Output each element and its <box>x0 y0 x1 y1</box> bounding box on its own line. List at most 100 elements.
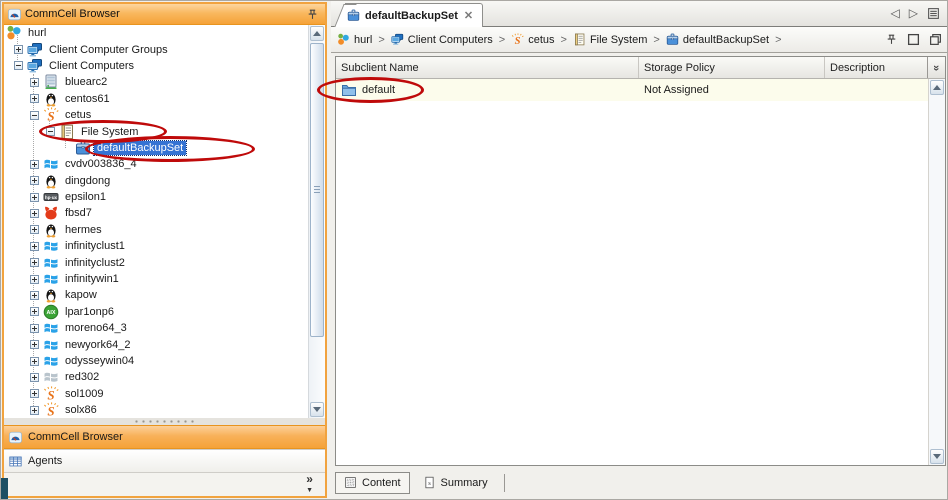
tree-item-bluearc2[interactable]: bluearc2 <box>4 74 325 90</box>
expand-icon[interactable] <box>30 357 39 366</box>
scroll-up-button[interactable] <box>310 26 324 41</box>
expand-icon[interactable] <box>30 373 39 382</box>
tree-item-hurl[interactable]: hurl <box>4 25 325 41</box>
collapse-icon[interactable] <box>14 61 23 70</box>
collapse-icon[interactable] <box>30 111 39 120</box>
tree-item-label[interactable]: epsilon1 <box>62 190 109 204</box>
expand-icon[interactable] <box>30 406 39 415</box>
expand-icon[interactable] <box>30 193 39 202</box>
tree-item-label[interactable]: newyork64_2 <box>62 338 133 352</box>
tree-item-label[interactable]: dingdong <box>62 174 113 188</box>
tab-defaultbackupset[interactable]: defaultBackupSet ✕ <box>345 3 483 27</box>
column-chooser-button[interactable]: » <box>928 57 945 78</box>
breadcrumb-item-file-system[interactable]: File System <box>573 33 647 46</box>
breadcrumb-item-client-computers[interactable]: Client Computers <box>391 33 493 46</box>
table-row-default[interactable]: defaultNot Assigned <box>336 79 945 101</box>
tree-item-label[interactable]: bluearc2 <box>62 75 110 89</box>
cell-subclient-name[interactable]: default <box>336 82 639 98</box>
breadcrumb-item-defaultbackupset[interactable]: defaultBackupSet <box>666 33 769 46</box>
chevron-right-icon[interactable]: » <box>306 472 313 486</box>
tree-item-epsilon1[interactable]: hp·uxepsilon1 <box>4 189 325 205</box>
expand-icon[interactable] <box>30 324 39 333</box>
tree-item-label[interactable]: Client Computers <box>46 59 137 73</box>
breadcrumb-item-cetus[interactable]: Scetus <box>511 33 554 46</box>
cell-storage-policy[interactable]: Not Assigned <box>639 84 825 96</box>
expand-icon[interactable] <box>30 275 39 284</box>
pin-icon[interactable] <box>306 8 319 21</box>
tree-item-infinityclust1[interactable]: infinityclust1 <box>4 238 325 254</box>
close-icon[interactable]: ✕ <box>463 9 474 22</box>
expand-icon[interactable] <box>30 94 39 103</box>
nav-back-icon[interactable]: ◁ <box>891 6 900 20</box>
view-tab-content[interactable]: Content <box>335 472 410 494</box>
tree-item-label[interactable]: kapow <box>62 288 100 302</box>
tree-scrollbar[interactable] <box>308 25 325 418</box>
tree-item-label[interactable]: fbsd7 <box>62 206 95 220</box>
tree-item-label[interactable]: sol1009 <box>62 387 107 401</box>
column-header-description[interactable]: Description <box>825 57 928 78</box>
tree-item-odysseywin04[interactable]: odysseywin04 <box>4 353 325 369</box>
tree-item-label[interactable]: cetus <box>62 108 94 122</box>
panel-splitter[interactable] <box>4 418 325 425</box>
tree-item-label[interactable]: infinitywin1 <box>62 272 122 286</box>
nav-forward-icon[interactable]: ▷ <box>909 6 918 20</box>
tree-item-label[interactable]: hermes <box>62 223 105 237</box>
tree-item-label[interactable]: solx86 <box>62 403 100 417</box>
expand-icon[interactable] <box>30 291 39 300</box>
collapse-icon[interactable] <box>46 127 55 136</box>
tree-item-client-computers[interactable]: Client Computers <box>4 58 325 74</box>
tree-item-client-computer-groups[interactable]: Client Computer Groups <box>4 41 325 57</box>
expand-icon[interactable] <box>30 307 39 316</box>
pin-icon[interactable] <box>885 33 898 46</box>
tree-item-dingdong[interactable]: dingdong <box>4 173 325 189</box>
expand-icon[interactable] <box>30 340 39 349</box>
breadcrumb-item-hurl[interactable]: hurl <box>337 33 372 46</box>
expand-icon[interactable] <box>30 78 39 87</box>
restore-icon[interactable] <box>929 33 942 46</box>
tree-item-label[interactable]: infinityclust2 <box>62 256 128 270</box>
column-header-storage-policy[interactable]: Storage Policy <box>639 57 825 78</box>
view-tab-summary[interactable]: sSummary <box>415 472 496 494</box>
expand-icon[interactable] <box>30 258 39 267</box>
expand-icon[interactable] <box>30 389 39 398</box>
maximize-icon[interactable] <box>907 33 920 46</box>
tree-item-label[interactable]: red302 <box>62 370 102 384</box>
expand-icon[interactable] <box>30 242 39 251</box>
tree-item-label[interactable]: defaultBackupSet <box>94 141 186 155</box>
tree-item-centos61[interactable]: centos61 <box>4 91 325 107</box>
overflow-buttons[interactable]: » ▼ <box>306 475 313 495</box>
column-header-subclient-name[interactable]: Subclient Name <box>336 57 639 78</box>
tree-item-infinitywin1[interactable]: infinitywin1 <box>4 271 325 287</box>
tree-item-infinityclust2[interactable]: infinityclust2 <box>4 254 325 270</box>
tree-item-label[interactable]: centos61 <box>62 92 113 106</box>
table-scrollbar[interactable] <box>928 79 945 465</box>
tree-item-label[interactable]: hurl <box>25 26 49 40</box>
tree-item-label[interactable]: Client Computer Groups <box>46 43 171 57</box>
tree-item-label[interactable]: infinityclust1 <box>62 239 128 253</box>
accordion-commcell-browser[interactable]: CommCell Browser <box>4 425 325 449</box>
caret-down-icon[interactable]: ▼ <box>306 487 313 494</box>
tree-item-defaultbackupset[interactable]: defaultBackupSet <box>4 140 325 156</box>
scroll-down-button[interactable] <box>310 402 324 417</box>
tree-item-label[interactable]: lpar1onp6 <box>62 305 117 319</box>
tree-item-label[interactable]: moreno64_3 <box>62 321 130 335</box>
tree-item-label[interactable]: cvdv003836_4 <box>62 157 140 171</box>
tree-item-moreno64-3[interactable]: moreno64_3 <box>4 320 325 336</box>
tab-list-icon[interactable] <box>927 7 940 20</box>
accordion-agents[interactable]: Agents <box>4 449 325 473</box>
tree-item-file-system[interactable]: File System <box>4 123 325 139</box>
expand-icon[interactable] <box>14 45 23 54</box>
tree-item-newyork64-2[interactable]: newyork64_2 <box>4 336 325 352</box>
tree-item-cvdv003836-4[interactable]: cvdv003836_4 <box>4 156 325 172</box>
tree-item-cetus[interactable]: Scetus <box>4 107 325 123</box>
expand-icon[interactable] <box>30 176 39 185</box>
scroll-down-button[interactable] <box>930 449 944 464</box>
scroll-up-button[interactable] <box>930 80 944 95</box>
tree-item-fbsd7[interactable]: fbsd7 <box>4 205 325 221</box>
scrollbar-thumb[interactable] <box>310 43 324 337</box>
tree-item-lpar1onp6[interactable]: AIXlpar1onp6 <box>4 304 325 320</box>
expand-icon[interactable] <box>30 209 39 218</box>
expand-icon[interactable] <box>30 225 39 234</box>
tree-item-red302[interactable]: red302 <box>4 369 325 385</box>
tree-item-solx86[interactable]: Ssolx86 <box>4 402 325 418</box>
